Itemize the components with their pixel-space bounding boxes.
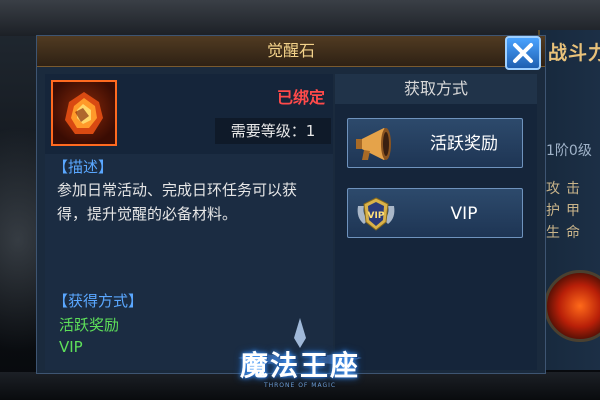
required-level: 需要等级：1 <box>215 118 331 144</box>
stat-armor-label: 护甲 <box>546 203 586 219</box>
sources-header: 【获得方式】 <box>53 292 144 310</box>
acquire-methods-header: 获取方式 <box>335 74 537 104</box>
close-button[interactable] <box>505 36 541 70</box>
fire-orb-icon <box>544 270 600 342</box>
description-header: 【描述】 <box>53 158 114 176</box>
awakening-stone-icon <box>51 80 117 146</box>
logo-title: 魔法王座 <box>239 349 360 382</box>
vip-button[interactable]: VIP VIP <box>347 188 523 238</box>
horn-icon <box>356 128 391 160</box>
svg-text:VIP: VIP <box>368 211 385 221</box>
required-level-value: 1 <box>305 122 316 140</box>
active-reward-button[interactable]: 活跃奖励 <box>347 118 523 168</box>
stat-hp-label: 生命 <box>546 225 586 241</box>
close-x-icon <box>513 43 533 63</box>
required-level-label: 需要等级： <box>230 122 306 140</box>
description-text: 参加日常活动、完成日环任务可以获得，提升觉醒的必备材料。 <box>57 181 298 223</box>
top-band <box>0 0 600 36</box>
level-stage-text: 1阶0级 <box>546 143 592 159</box>
active-reward-button-label: 活跃奖励 <box>430 134 498 154</box>
vip-badge-icon: VIP <box>357 197 395 231</box>
source-item-active-reward: 活跃奖励 <box>59 316 120 334</box>
game-logo: 魔法王座 THRONE OF MAGIC <box>208 318 392 400</box>
bound-status-badge: 已绑定 <box>276 88 325 107</box>
background-character-panel: 战斗力 1阶0级 攻击 护甲 生命 <box>538 30 600 370</box>
logo-subtitle: THRONE OF MAGIC <box>263 382 337 389</box>
source-item-vip: VIP <box>59 338 83 356</box>
stat-attack-label: 攻击 <box>546 181 586 197</box>
combat-power-title: 战斗力 <box>548 42 600 64</box>
vip-button-label: VIP <box>450 204 478 224</box>
dialog-title: 觉醒石 <box>37 36 545 67</box>
